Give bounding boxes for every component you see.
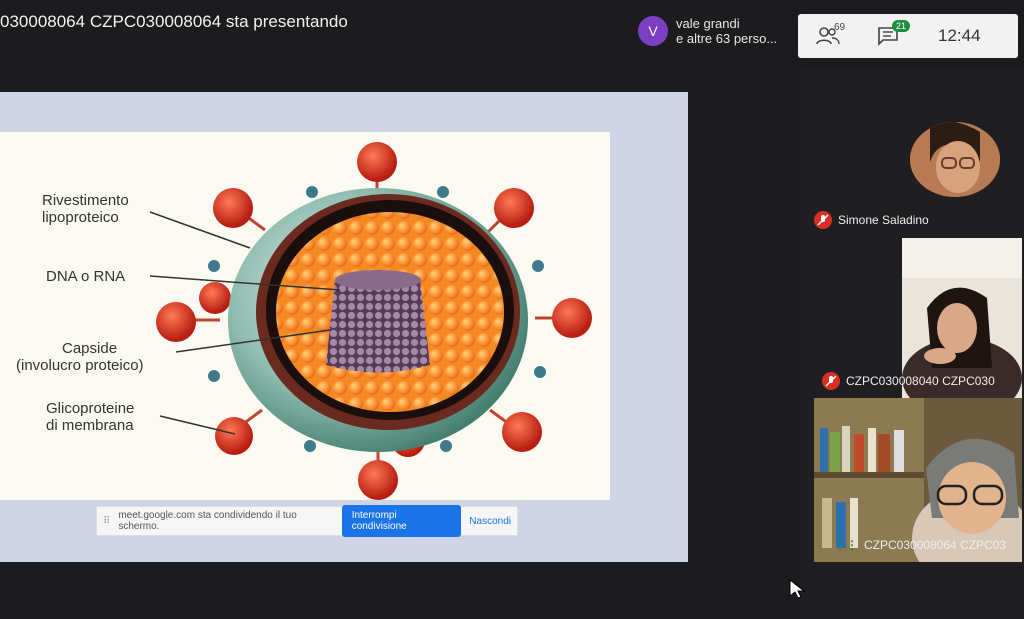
participant-name: Simone Saladino bbox=[838, 213, 929, 227]
chat-badge: 21 bbox=[892, 20, 911, 32]
stop-sharing-button[interactable]: Interrompi condivisione bbox=[341, 505, 462, 537]
label-glicoproteine-line2: di membrana bbox=[46, 417, 134, 434]
participant-name: CZPC030008040 CZPC030 bbox=[846, 374, 995, 388]
audio-wave-icon: ⋮⋮ bbox=[834, 538, 858, 552]
viewer-summary[interactable]: V vale grandi e altre 63 perso... bbox=[638, 16, 777, 46]
viewer-name: vale grandi bbox=[676, 16, 740, 31]
participant-name: CZPC030008064 CZPC03 bbox=[864, 538, 1007, 552]
viewer-others: e altre 63 perso... bbox=[676, 31, 778, 46]
meeting-topbar: 69 21 12:44 bbox=[798, 14, 1018, 58]
label-dna: DNA o RNA bbox=[46, 268, 126, 285]
participant-tile-2[interactable]: CZPC030008040 CZPC030 bbox=[822, 372, 995, 390]
mouse-cursor-icon bbox=[789, 578, 806, 599]
label-glicoproteine: Glicoproteine di membrana bbox=[46, 400, 134, 434]
label-rivestimento-line1: Rivestimento bbox=[42, 192, 129, 209]
label-capside-line1: Capside bbox=[62, 340, 118, 357]
screen-share-notice: ⠿ meet.google.com sta condividendo il tu… bbox=[96, 505, 518, 537]
viewer-avatar: V bbox=[638, 16, 668, 46]
virus-illustration bbox=[149, 142, 592, 500]
presenter-title: 030008064 CZPC030008064 sta presentando bbox=[0, 12, 348, 31]
label-glicoproteine-line1: Glicoproteine bbox=[46, 400, 135, 417]
label-capside-line2: (involucro proteico) bbox=[16, 357, 144, 374]
share-message: meet.google.com sta condividendo il tuo … bbox=[118, 510, 297, 532]
viewer-text: vale grandi e altre 63 perso... bbox=[676, 16, 777, 46]
label-capside: Capside (involucro proteico) bbox=[16, 340, 144, 374]
participant-tile-3[interactable]: ⋮⋮ CZPC030008064 CZPC03 bbox=[834, 538, 1006, 552]
label-rivestimento: Rivestimento lipoproteico bbox=[42, 192, 129, 226]
chat-button[interactable]: 21 bbox=[858, 14, 918, 58]
label-rivestimento-line2: lipoproteico bbox=[42, 209, 119, 226]
participant-tile-1[interactable]: Simone Saladino bbox=[814, 211, 929, 229]
dna-core bbox=[326, 270, 430, 373]
mic-off-icon bbox=[814, 211, 832, 229]
hide-link[interactable]: Nascondi bbox=[469, 516, 511, 527]
participants-count: 69 bbox=[834, 22, 846, 33]
mic-off-icon bbox=[822, 372, 840, 390]
participant-avatar bbox=[910, 122, 1000, 197]
drag-handle-icon[interactable]: ⠿ bbox=[103, 516, 110, 527]
clock: 12:44 bbox=[938, 26, 981, 45]
participants-button[interactable]: 69 bbox=[798, 14, 858, 58]
